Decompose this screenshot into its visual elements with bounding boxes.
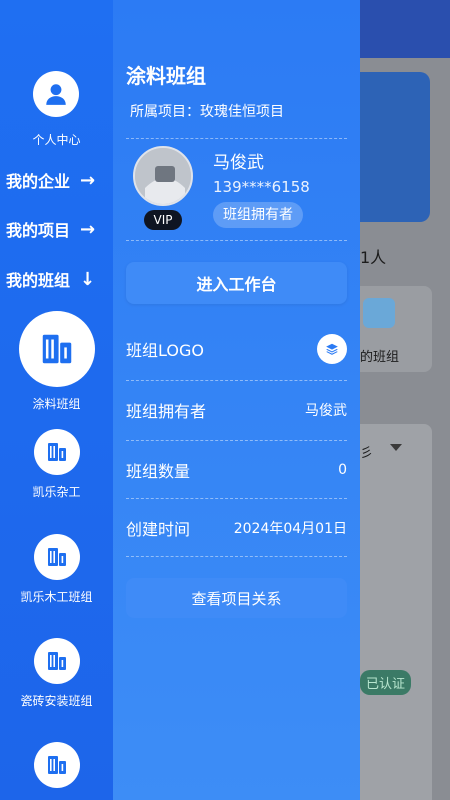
divider [126,138,347,139]
team-avatar [33,638,80,684]
team-name: 凯乐木工班组 [20,590,93,604]
background-app: 1人 的班组 彡 已认证 [360,0,450,800]
enter-workbench-button[interactable]: 进入工作台 [126,262,347,304]
team-detail-drawer: 涂料班组 所属项目：玫瑰佳恒项目 VIP 马俊武 139****6158 班组拥… [113,0,360,800]
row-team-count: 班组数量 0 [126,450,347,490]
background-header [360,0,450,58]
user-photo-icon [135,148,191,204]
background-banner [360,72,430,222]
divider [126,440,347,441]
background-panel [360,424,432,800]
divider [126,240,347,241]
role-badge: 班组拥有者 [213,202,303,228]
user-phone: 139****6158 [213,178,310,196]
row-label: 班组LOGO [126,341,204,360]
user-avatar [133,146,193,206]
team-name: 涂料班组 [32,397,81,411]
team-item[interactable]: 凯乐杂工 [0,429,113,500]
caret-down-icon [390,444,402,451]
team-name: 瓷砖安装班组 [20,694,93,708]
team-avatar [33,742,80,788]
background-team-card: 的班组 [360,286,432,372]
building-icon [47,443,66,461]
nav-label: 我的企业 [6,172,71,191]
background-member-count: 1人 [360,248,387,267]
row-created-time: 创建时间 2024年04月01日 [126,508,347,548]
row-label: 班组拥有者 [126,402,207,421]
row-value: 马俊武 [305,403,347,419]
background-dropdown-text: 彡 [360,446,374,461]
arrow-right-icon: → [80,169,96,191]
team-avatar [33,534,80,580]
row-team-logo[interactable]: 班组LOGO [126,329,347,369]
building-icon [47,548,66,566]
person-icon [46,84,66,105]
nav-label: 我的班组 [6,271,71,290]
left-sidebar: 个人中心 我的企业 → 我的项目 → 我的班组 ↓ 涂料班组 凯乐杂工 凯乐木工… [0,0,113,800]
team-item[interactable]: 凯乐木工班组 [0,534,113,605]
arrow-right-icon: → [80,218,96,240]
view-project-relation-button[interactable]: 查看项目关系 [126,578,347,618]
arrow-down-icon: ↓ [80,268,96,290]
team-name: 凯乐杂工 [32,485,81,499]
layers-icon[interactable] [317,334,347,364]
nav-label: 我的项目 [6,221,71,240]
row-label: 创建时间 [126,520,191,539]
team-item-active[interactable]: 涂料班组 [0,311,113,412]
team-avatar [33,429,80,475]
verified-badge: 已认证 [360,670,412,695]
nav-my-project[interactable]: 我的项目 → [6,217,95,241]
divider [126,556,347,557]
nav-my-enterprise[interactable]: 我的企业 → [6,168,95,192]
profile-center-label[interactable]: 个人中心 [0,131,113,148]
layers-icon-glyph [326,343,338,355]
building-icon [47,652,66,670]
divider [126,380,347,381]
row-value: 2024年04月01日 [233,521,347,537]
team-title: 涂料班组 [126,64,206,88]
row-label: 班组数量 [126,462,191,481]
row-team-owner: 班组拥有者 马俊武 [126,390,347,430]
row-value: 0 [338,462,347,478]
team-avatar [18,311,95,387]
building-icon [42,334,71,364]
vip-badge: VIP [144,210,182,230]
team-card-icon [363,298,395,328]
user-name: 马俊武 [213,153,264,173]
team-item[interactable] [0,742,113,788]
building-icon [47,756,66,774]
project-line: 所属项目：玫瑰佳恒项目 [130,104,284,120]
nav-my-team[interactable]: 我的班组 ↓ [6,267,95,291]
background-card-label: 的班组 [360,350,400,365]
team-item[interactable]: 瓷砖安装班组 [0,638,113,709]
profile-avatar[interactable] [33,71,79,117]
divider [126,498,347,499]
